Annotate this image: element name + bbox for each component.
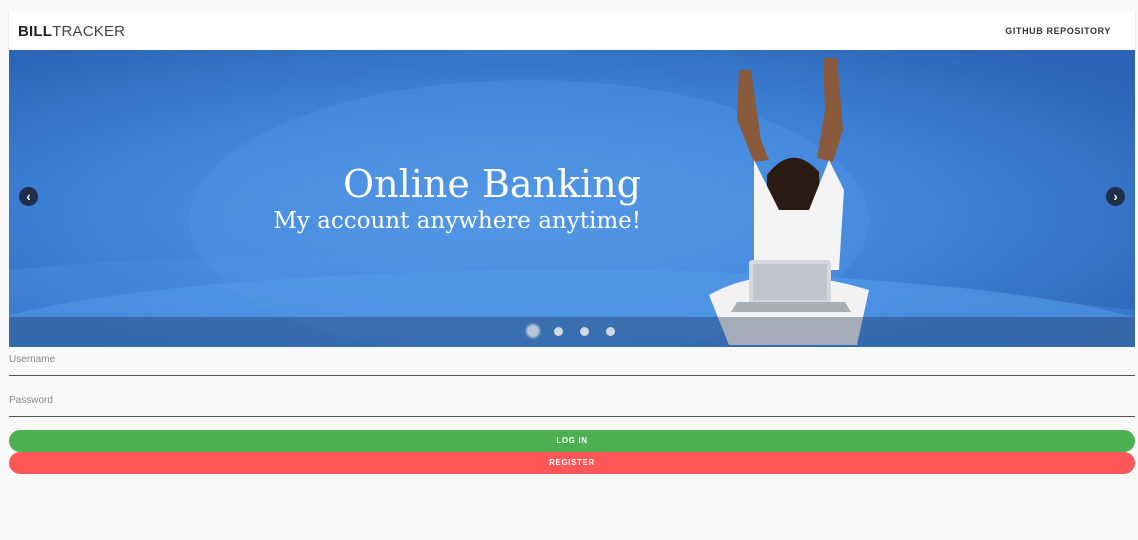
brand-logo[interactable]: BILLTRACKER (18, 23, 125, 40)
brand-bold-text: BILL (18, 23, 53, 40)
chevron-right-icon: › (1113, 189, 1118, 204)
banner-subtitle: My account anywhere anytime! (273, 208, 641, 234)
carousel-prev-button[interactable]: ‹ (19, 187, 38, 206)
login-button[interactable]: LOG IN (9, 430, 1135, 452)
carousel-indicator-3[interactable] (580, 327, 589, 336)
register-button[interactable]: REGISTER (9, 452, 1135, 474)
username-input[interactable] (9, 354, 1135, 365)
banner-carousel: Online Banking My account anywhere anyti… (9, 50, 1135, 347)
banner-title: Online Banking (342, 162, 641, 206)
github-repository-link[interactable]: GITHUB REPOSITORY (1005, 26, 1111, 36)
carousel-indicator-1[interactable] (527, 325, 539, 337)
chevron-left-icon: ‹ (26, 189, 31, 204)
password-field (9, 389, 1135, 417)
carousel-indicators (9, 317, 1135, 347)
username-field (9, 348, 1135, 376)
carousel-indicator-4[interactable] (606, 327, 615, 336)
password-input[interactable] (9, 395, 1135, 406)
navbar: BILLTRACKER GITHUB REPOSITORY (9, 11, 1135, 50)
carousel-next-button[interactable]: › (1106, 187, 1125, 206)
brand-light-text: TRACKER (52, 23, 126, 40)
carousel-indicator-2[interactable] (554, 327, 563, 336)
